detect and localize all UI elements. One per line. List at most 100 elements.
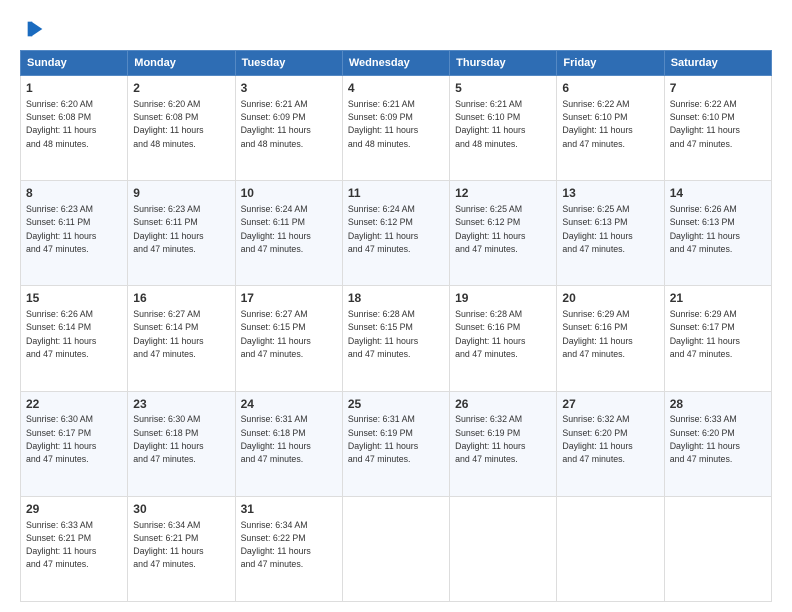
calendar-day-header: Wednesday [342,51,449,76]
day-number: 30 [133,501,229,518]
day-number: 10 [241,185,337,202]
calendar-day-cell: 10 Sunrise: 6:24 AMSunset: 6:11 PMDaylig… [235,181,342,286]
calendar-day-cell: 14 Sunrise: 6:26 AMSunset: 6:13 PMDaylig… [664,181,771,286]
day-info: Sunrise: 6:33 AMSunset: 6:20 PMDaylight:… [670,414,740,464]
calendar-day-header: Friday [557,51,664,76]
calendar-day-cell: 30 Sunrise: 6:34 AMSunset: 6:21 PMDaylig… [128,496,235,601]
calendar-day-cell: 2 Sunrise: 6:20 AMSunset: 6:08 PMDayligh… [128,76,235,181]
calendar-day-header: Sunday [21,51,128,76]
calendar-day-cell: 21 Sunrise: 6:29 AMSunset: 6:17 PMDaylig… [664,286,771,391]
day-number: 7 [670,80,766,97]
day-number: 29 [26,501,122,518]
day-number: 5 [455,80,551,97]
day-number: 19 [455,290,551,307]
day-info: Sunrise: 6:20 AMSunset: 6:08 PMDaylight:… [133,99,203,149]
day-info: Sunrise: 6:34 AMSunset: 6:22 PMDaylight:… [241,520,311,570]
day-info: Sunrise: 6:25 AMSunset: 6:12 PMDaylight:… [455,204,525,254]
calendar-day-cell: 17 Sunrise: 6:27 AMSunset: 6:15 PMDaylig… [235,286,342,391]
day-number: 2 [133,80,229,97]
calendar-week-row: 8 Sunrise: 6:23 AMSunset: 6:11 PMDayligh… [21,181,772,286]
calendar-day-cell: 28 Sunrise: 6:33 AMSunset: 6:20 PMDaylig… [664,391,771,496]
day-info: Sunrise: 6:21 AMSunset: 6:09 PMDaylight:… [348,99,418,149]
calendar-header-row: SundayMondayTuesdayWednesdayThursdayFrid… [21,51,772,76]
day-info: Sunrise: 6:20 AMSunset: 6:08 PMDaylight:… [26,99,96,149]
header [20,18,772,40]
day-info: Sunrise: 6:27 AMSunset: 6:15 PMDaylight:… [241,309,311,359]
calendar-day-cell: 16 Sunrise: 6:27 AMSunset: 6:14 PMDaylig… [128,286,235,391]
calendar-day-cell: 1 Sunrise: 6:20 AMSunset: 6:08 PMDayligh… [21,76,128,181]
calendar-day-cell: 25 Sunrise: 6:31 AMSunset: 6:19 PMDaylig… [342,391,449,496]
day-info: Sunrise: 6:22 AMSunset: 6:10 PMDaylight:… [670,99,740,149]
logo-text [20,18,46,40]
calendar-day-cell: 18 Sunrise: 6:28 AMSunset: 6:15 PMDaylig… [342,286,449,391]
day-info: Sunrise: 6:32 AMSunset: 6:20 PMDaylight:… [562,414,632,464]
day-number: 25 [348,396,444,413]
day-number: 9 [133,185,229,202]
calendar-day-cell [450,496,557,601]
calendar-day-cell [557,496,664,601]
calendar-day-cell: 29 Sunrise: 6:33 AMSunset: 6:21 PMDaylig… [21,496,128,601]
day-info: Sunrise: 6:32 AMSunset: 6:19 PMDaylight:… [455,414,525,464]
day-number: 24 [241,396,337,413]
day-number: 28 [670,396,766,413]
calendar-day-cell: 19 Sunrise: 6:28 AMSunset: 6:16 PMDaylig… [450,286,557,391]
day-info: Sunrise: 6:24 AMSunset: 6:12 PMDaylight:… [348,204,418,254]
day-number: 4 [348,80,444,97]
day-number: 17 [241,290,337,307]
day-info: Sunrise: 6:23 AMSunset: 6:11 PMDaylight:… [133,204,203,254]
day-info: Sunrise: 6:28 AMSunset: 6:15 PMDaylight:… [348,309,418,359]
page: SundayMondayTuesdayWednesdayThursdayFrid… [0,0,792,612]
calendar-day-header: Saturday [664,51,771,76]
day-number: 20 [562,290,658,307]
calendar-day-cell: 7 Sunrise: 6:22 AMSunset: 6:10 PMDayligh… [664,76,771,181]
calendar-day-cell: 27 Sunrise: 6:32 AMSunset: 6:20 PMDaylig… [557,391,664,496]
day-info: Sunrise: 6:26 AMSunset: 6:13 PMDaylight:… [670,204,740,254]
logo [20,18,46,40]
day-info: Sunrise: 6:29 AMSunset: 6:17 PMDaylight:… [670,309,740,359]
day-info: Sunrise: 6:24 AMSunset: 6:11 PMDaylight:… [241,204,311,254]
day-info: Sunrise: 6:31 AMSunset: 6:19 PMDaylight:… [348,414,418,464]
day-number: 18 [348,290,444,307]
day-info: Sunrise: 6:23 AMSunset: 6:11 PMDaylight:… [26,204,96,254]
calendar-day-header: Monday [128,51,235,76]
calendar-week-row: 22 Sunrise: 6:30 AMSunset: 6:17 PMDaylig… [21,391,772,496]
day-info: Sunrise: 6:26 AMSunset: 6:14 PMDaylight:… [26,309,96,359]
calendar-day-cell: 11 Sunrise: 6:24 AMSunset: 6:12 PMDaylig… [342,181,449,286]
day-number: 8 [26,185,122,202]
day-number: 31 [241,501,337,518]
calendar-day-cell: 26 Sunrise: 6:32 AMSunset: 6:19 PMDaylig… [450,391,557,496]
calendar-week-row: 1 Sunrise: 6:20 AMSunset: 6:08 PMDayligh… [21,76,772,181]
day-number: 15 [26,290,122,307]
calendar-day-cell: 15 Sunrise: 6:26 AMSunset: 6:14 PMDaylig… [21,286,128,391]
day-info: Sunrise: 6:33 AMSunset: 6:21 PMDaylight:… [26,520,96,570]
calendar-day-cell: 8 Sunrise: 6:23 AMSunset: 6:11 PMDayligh… [21,181,128,286]
calendar-day-cell: 13 Sunrise: 6:25 AMSunset: 6:13 PMDaylig… [557,181,664,286]
calendar-day-cell: 6 Sunrise: 6:22 AMSunset: 6:10 PMDayligh… [557,76,664,181]
calendar-week-row: 29 Sunrise: 6:33 AMSunset: 6:21 PMDaylig… [21,496,772,601]
day-info: Sunrise: 6:29 AMSunset: 6:16 PMDaylight:… [562,309,632,359]
calendar-day-cell: 5 Sunrise: 6:21 AMSunset: 6:10 PMDayligh… [450,76,557,181]
logo-icon [24,18,46,40]
day-info: Sunrise: 6:22 AMSunset: 6:10 PMDaylight:… [562,99,632,149]
day-info: Sunrise: 6:34 AMSunset: 6:21 PMDaylight:… [133,520,203,570]
day-info: Sunrise: 6:30 AMSunset: 6:18 PMDaylight:… [133,414,203,464]
day-number: 26 [455,396,551,413]
calendar-day-cell: 12 Sunrise: 6:25 AMSunset: 6:12 PMDaylig… [450,181,557,286]
day-number: 12 [455,185,551,202]
day-number: 22 [26,396,122,413]
calendar-day-header: Tuesday [235,51,342,76]
day-number: 14 [670,185,766,202]
day-number: 23 [133,396,229,413]
day-info: Sunrise: 6:21 AMSunset: 6:10 PMDaylight:… [455,99,525,149]
day-number: 13 [562,185,658,202]
day-number: 1 [26,80,122,97]
day-info: Sunrise: 6:27 AMSunset: 6:14 PMDaylight:… [133,309,203,359]
calendar-day-cell: 24 Sunrise: 6:31 AMSunset: 6:18 PMDaylig… [235,391,342,496]
day-number: 6 [562,80,658,97]
day-number: 27 [562,396,658,413]
day-info: Sunrise: 6:21 AMSunset: 6:09 PMDaylight:… [241,99,311,149]
calendar-day-cell: 4 Sunrise: 6:21 AMSunset: 6:09 PMDayligh… [342,76,449,181]
calendar-day-cell: 22 Sunrise: 6:30 AMSunset: 6:17 PMDaylig… [21,391,128,496]
day-info: Sunrise: 6:28 AMSunset: 6:16 PMDaylight:… [455,309,525,359]
calendar-day-cell: 3 Sunrise: 6:21 AMSunset: 6:09 PMDayligh… [235,76,342,181]
